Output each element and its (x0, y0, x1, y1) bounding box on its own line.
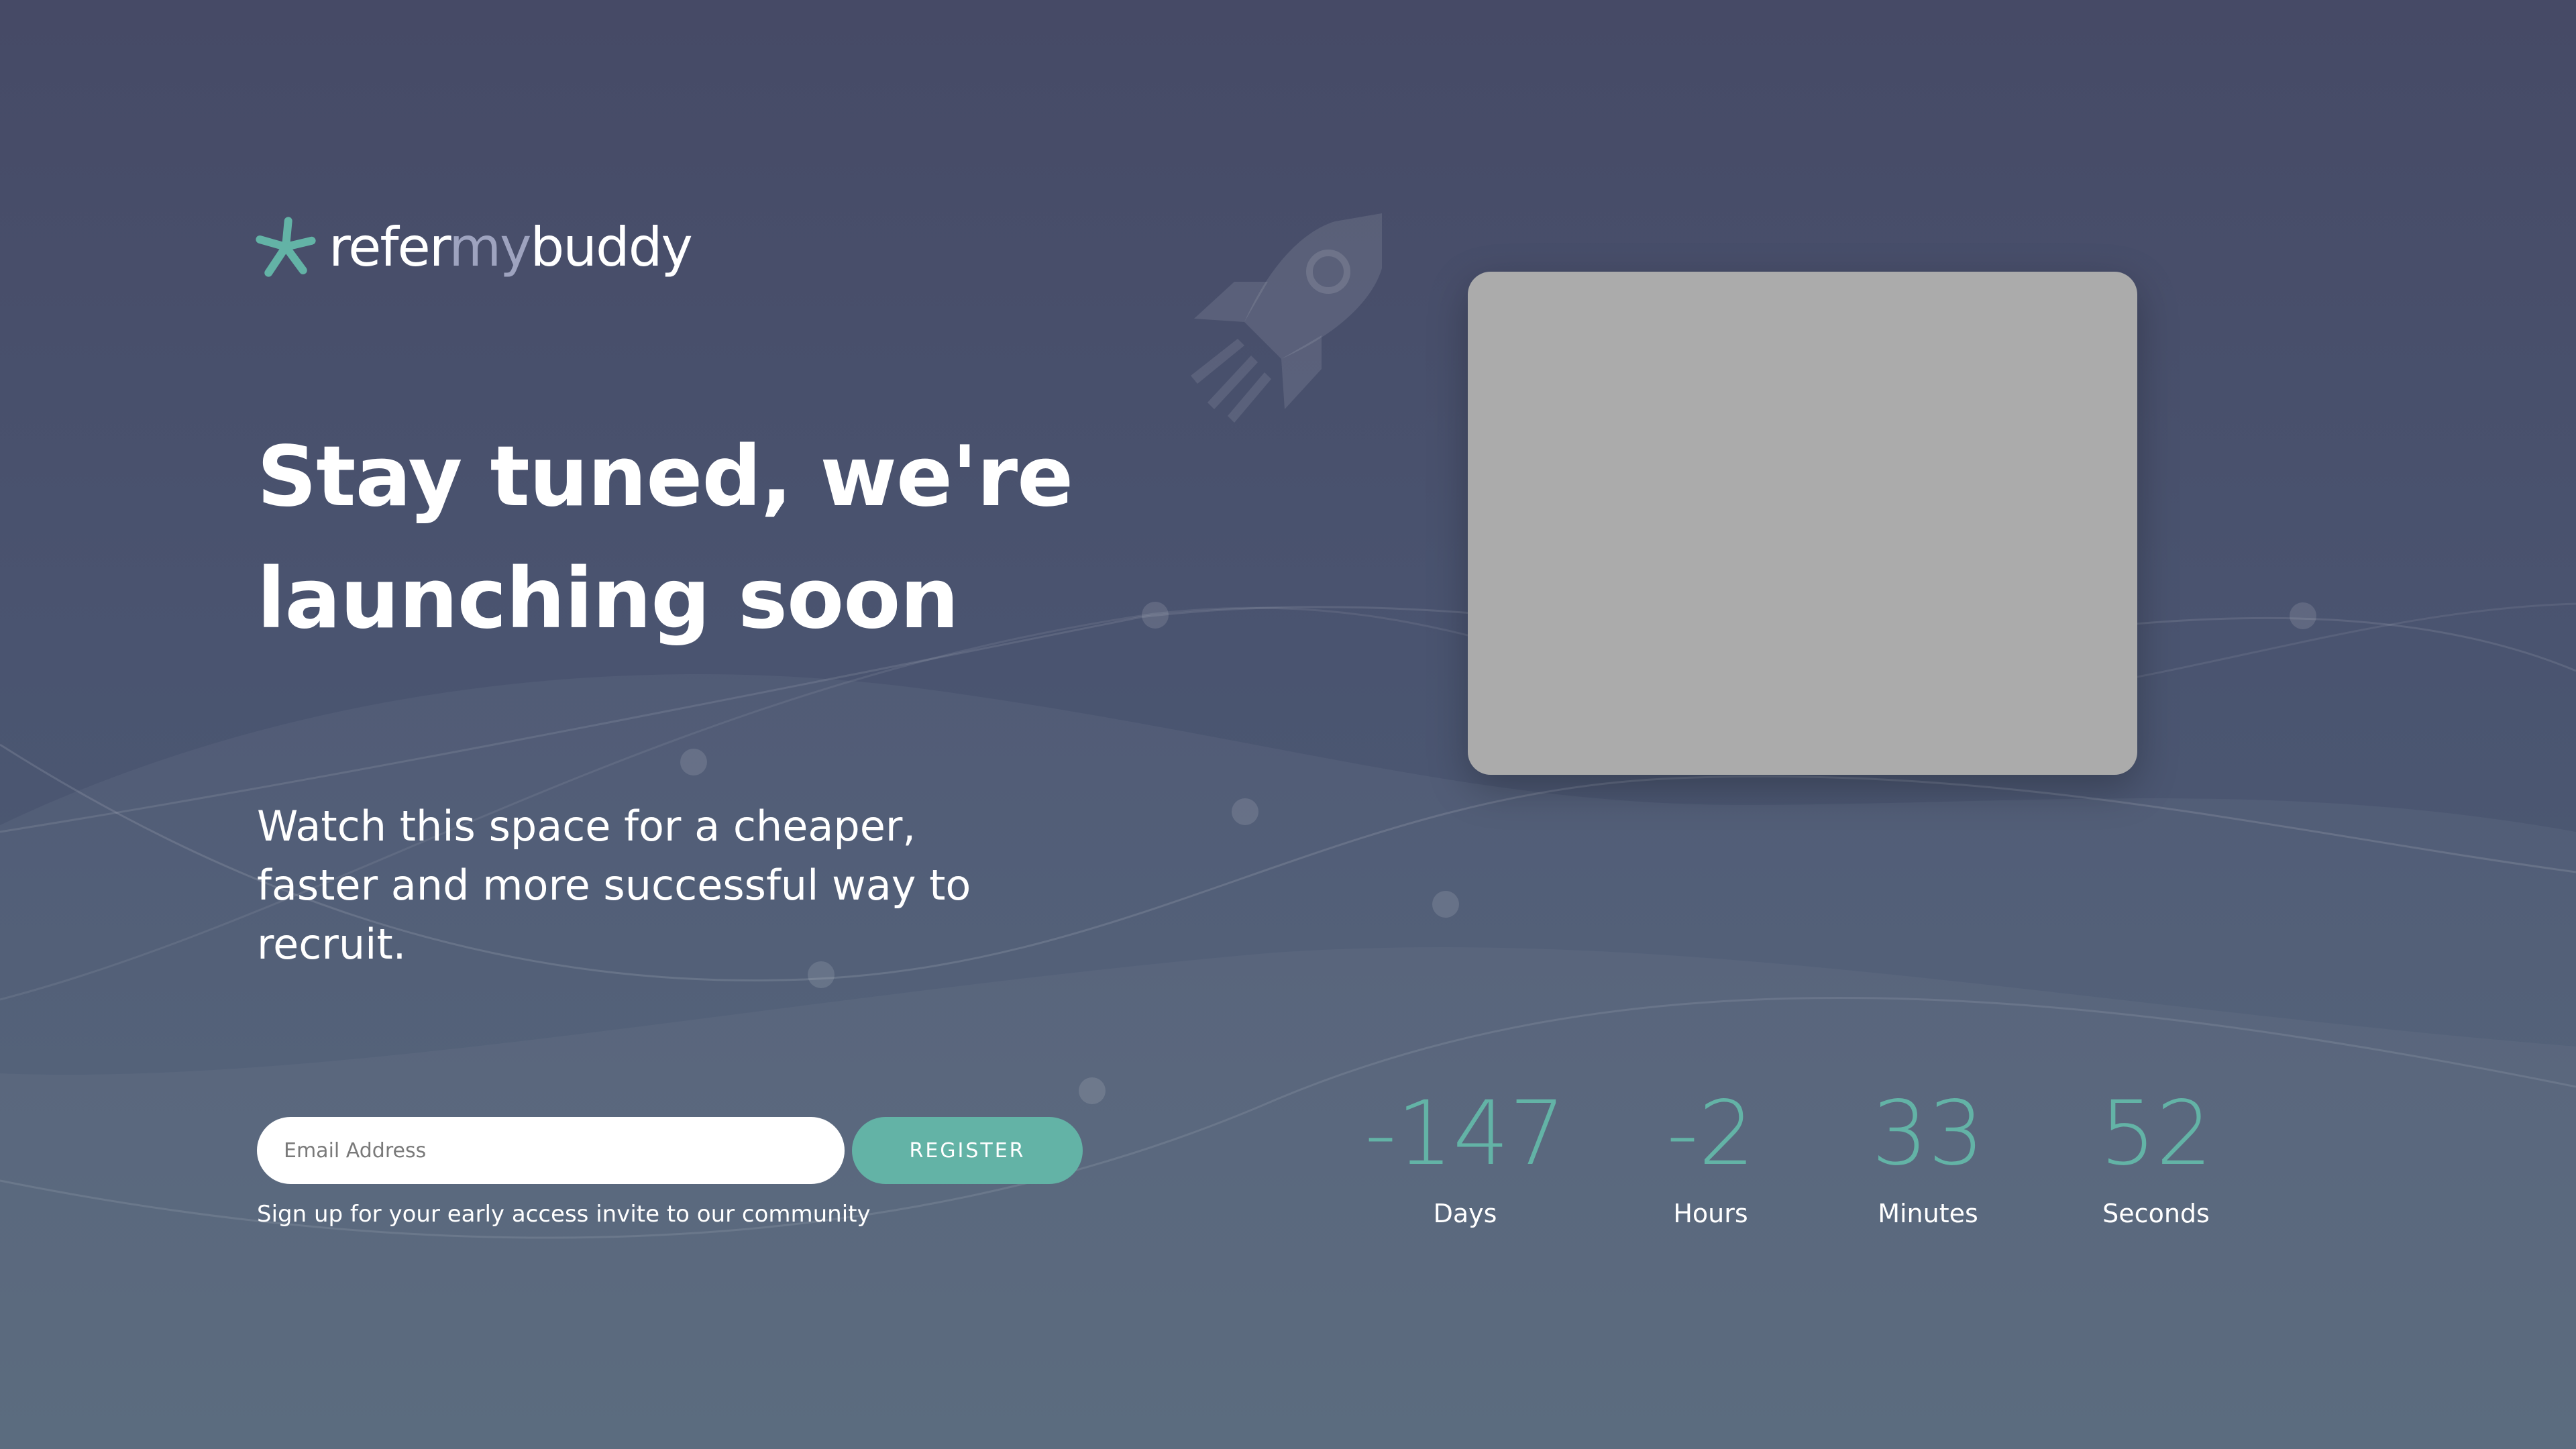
hero-subtext: Watch this space for a cheaper, faster a… (257, 802, 971, 969)
countdown-seconds-value: 52 (2100, 1082, 2212, 1185)
countdown-minutes: 33 Minutes (1801, 1083, 2055, 1228)
countdown-hours-label: Hours (1673, 1199, 1748, 1228)
countdown-hours-value: -2 (1666, 1082, 1755, 1185)
countdown-days-label: Days (1433, 1199, 1497, 1228)
media-placeholder (1468, 272, 2137, 775)
countdown-minutes-label: Minutes (1878, 1199, 1978, 1228)
headline-line-1: Stay tuned, we're (257, 429, 1073, 525)
brand-name-buddy: buddy (530, 215, 693, 278)
page-headline: Stay tuned, we're launching soon (257, 416, 1095, 660)
brand-logo[interactable]: refermybuddy (255, 213, 693, 280)
countdown-timer: -147 Days -2 Hours 33 Minutes 52 Seconds (0, 1083, 2576, 1244)
rocket-icon (1191, 213, 1382, 423)
countdown-minutes-value: 33 (1872, 1082, 1984, 1185)
countdown-hours: -2 Hours (1583, 1083, 1838, 1228)
brand-name-refer: refer (329, 215, 450, 278)
asterisk-star-icon (256, 217, 316, 277)
headline-line-2: launching soon (257, 551, 959, 647)
countdown-seconds-label: Seconds (2102, 1199, 2210, 1228)
brand-wordmark: refermybuddy (329, 215, 693, 278)
brand-name-my: my (449, 215, 531, 278)
countdown-days: -147 Days (1338, 1083, 1593, 1228)
countdown-days-value: -147 (1364, 1082, 1566, 1185)
countdown-seconds: 52 Seconds (2029, 1083, 2284, 1228)
